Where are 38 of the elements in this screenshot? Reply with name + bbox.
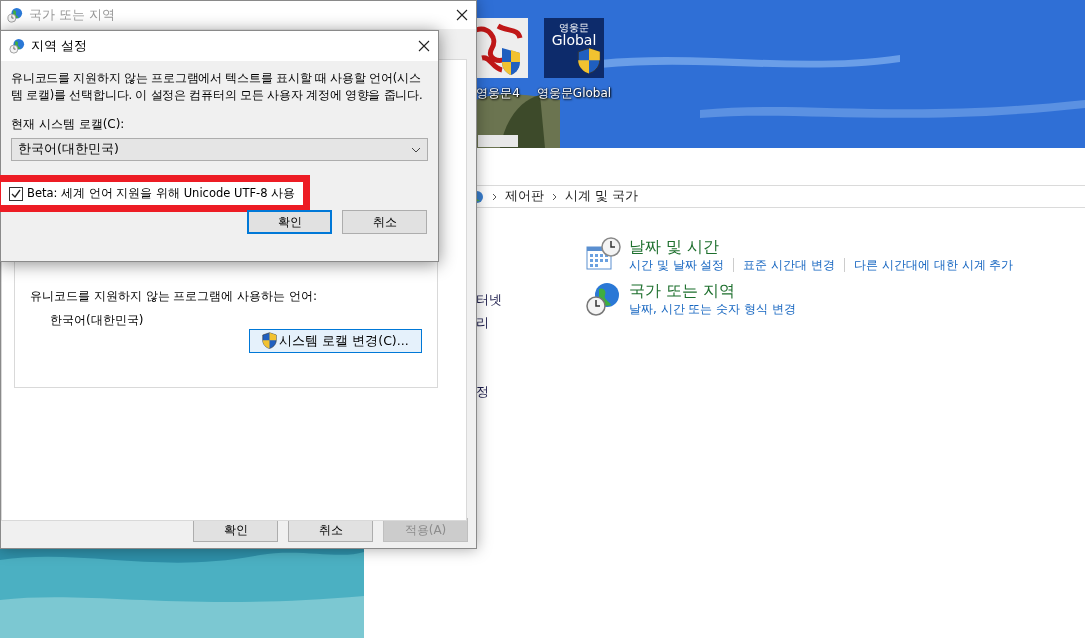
- globe-clock-icon: [7, 7, 23, 23]
- category-title[interactable]: 국가 또는 지역: [629, 281, 796, 301]
- checkbox-label[interactable]: Beta: 세계 언어 지원을 위해 Unicode UTF-8 사용: [27, 185, 296, 203]
- task-link[interactable]: 표준 시간대 변경: [743, 256, 836, 275]
- chevron-down-icon: [411, 146, 421, 153]
- calendar-clock-icon: [585, 237, 621, 273]
- shield-icon: [262, 332, 278, 350]
- field-label: 유니코드를 지원하지 않는 프로그램에 사용하는 언어:: [30, 288, 319, 305]
- logo-text: 영웅문: [559, 22, 589, 33]
- sidebar-link[interactable]: 정: [476, 383, 489, 402]
- dialog-button[interactable]: 취소: [342, 210, 427, 235]
- field-label: 현재 시스템 로캘(C):: [11, 116, 126, 133]
- globe-clock-icon: [585, 281, 621, 318]
- sidebar-link[interactable]: 리: [476, 314, 489, 333]
- field-value: 한국어(대한민국): [50, 312, 145, 329]
- app-icon[interactable]: 영웅문 Global: [544, 18, 604, 78]
- chevron-icon: [492, 192, 497, 201]
- task-link[interactable]: 시간 및 날짜 설정: [629, 256, 725, 275]
- logo-text: Global: [551, 33, 597, 49]
- breadcrumb-item[interactable]: 시계 및 국가: [565, 187, 638, 206]
- dialog-button[interactable]: 확인: [247, 210, 332, 235]
- locale-dropdown[interactable]: 한국어(대한민국): [11, 138, 428, 161]
- description-text: 유니코드를 지원하지 않는 프로그램에서 텍스트를 표시할 때 사용할 언어(시스템 로캘)를 선택합니다. 이 설정은 컴퓨터의 모든 사용자 계정에 영향을 줍니다.: [11, 70, 424, 104]
- sidebar-link[interactable]: 터넷: [476, 291, 502, 310]
- checkbox[interactable]: [9, 186, 23, 201]
- change-locale-button[interactable]: 시스템 로캘 변경(C)...: [249, 329, 422, 353]
- shield-icon: [577, 47, 601, 75]
- window-title: 지역 설정: [31, 37, 88, 56]
- task-link[interactable]: 다른 시간대에 대한 시계 추가: [854, 256, 1014, 275]
- close-icon[interactable]: [456, 9, 468, 21]
- chevron-icon: [552, 192, 557, 201]
- breadcrumb-item[interactable]: 제어판: [505, 187, 544, 206]
- window-title: 국가 또는 지역: [29, 6, 116, 25]
- close-icon[interactable]: [418, 40, 430, 52]
- globe-clock-icon: [9, 38, 25, 54]
- task-link[interactable]: 날짜, 시간 또는 숫자 형식 변경: [629, 300, 796, 319]
- category-title[interactable]: 날짜 및 시간: [629, 237, 1014, 257]
- icon-label: 영웅문Global: [536, 85, 612, 102]
